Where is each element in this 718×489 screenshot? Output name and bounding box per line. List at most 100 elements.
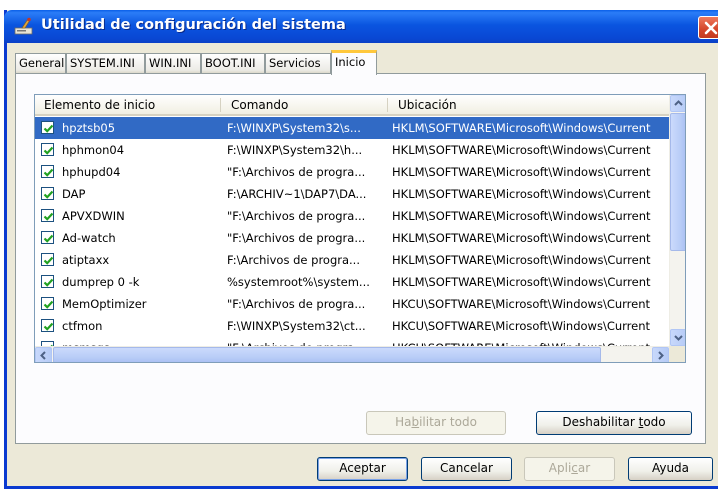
location-cell: HKLM\SOFTWARE\Microsoft\Windows\Current (392, 165, 651, 179)
tab-system-ini[interactable]: SYSTEM.INI (66, 53, 145, 74)
close-icon (704, 21, 718, 35)
button-label: Ha (395, 415, 412, 429)
tab-win-ini[interactable]: WIN.INI (145, 53, 201, 74)
location-cell: HKLM\SOFTWARE\Microsoft\Windows\Current (392, 121, 651, 135)
column-divider[interactable] (387, 98, 388, 112)
list-row[interactable]: ctfmon F:\WINXP\System32\ct... HKCU\SOFTWA… (35, 315, 669, 337)
tab-inicio[interactable]: Inicio (331, 50, 377, 75)
list-row[interactable]: hphupd04 "F:\Archivos de progra... HKLM\SO… (35, 161, 669, 183)
access-key: c (571, 461, 578, 475)
list-row[interactable]: DAP F:\ARCHIV~1\DAP7\DA... HKLM\SOFTWARE\M… (35, 183, 669, 205)
startup-checkbox[interactable] (41, 231, 54, 244)
apply-button[interactable]: Aplicar (524, 457, 615, 481)
startup-checkbox[interactable] (41, 275, 54, 288)
command-cell: F:\ARCHIV~1\DAP7\DA... (227, 187, 367, 201)
startup-checkbox[interactable] (41, 209, 54, 222)
button-label: ilitar todo (419, 415, 477, 429)
checkmark-icon (43, 168, 54, 177)
checkmark-icon (43, 322, 54, 331)
startup-tab-panel: Elemento de inicio Comando Ubicación hpz… (15, 73, 706, 444)
checkmark-icon (43, 234, 54, 243)
list-row[interactable]: dumprep 0 -k %systemroot%\system... HKLM\S… (35, 271, 669, 293)
command-cell: "F:\Archivos de progra... (227, 165, 366, 179)
tab-boot-ini[interactable]: BOOT.INI (201, 53, 265, 74)
location-cell: HKLM\SOFTWARE\Microsoft\Windows\Current (392, 143, 651, 157)
vertical-scroll-thumb[interactable] (670, 113, 685, 251)
arrow-left-icon (40, 351, 46, 360)
button-label: ar (577, 461, 591, 475)
button-label: Apli (548, 461, 572, 475)
location-cell: HKCU\SOFTWARE\Microsoft\Windows\Current (392, 319, 651, 333)
close-button[interactable] (698, 16, 718, 39)
column-header-command[interactable]: Comando (222, 95, 387, 114)
scroll-right-button[interactable] (652, 347, 669, 362)
startup-item-name: Ad-watch (62, 231, 116, 245)
column-divider[interactable] (220, 98, 221, 112)
scroll-left-button[interactable] (35, 347, 52, 362)
checkmark-icon (43, 124, 54, 133)
location-cell: HKLM\SOFTWARE\Microsoft\Windows\Current (392, 209, 651, 223)
startup-checkbox[interactable] (41, 143, 54, 156)
command-cell: "F:\Archivos de progra... (227, 209, 366, 223)
enable-all-button[interactable]: Habilitar todo (366, 411, 506, 435)
title-bar[interactable]: Utilidad de configuración del sistema (4, 10, 718, 43)
window-title: Utilidad de configuración del sistema (41, 17, 346, 33)
command-cell: "F:\Archivos de progra... (227, 231, 366, 245)
startup-item-name: dumprep 0 -k (62, 275, 140, 289)
location-cell: HKCU\SOFTWARE\Microsoft\Windows\Current (392, 297, 651, 311)
tab-servicios[interactable]: Servicios (265, 53, 331, 74)
startup-checkbox[interactable] (41, 165, 54, 178)
scroll-up-button[interactable] (670, 95, 685, 112)
horizontal-scrollbar[interactable] (35, 346, 669, 362)
msconfig-icon (14, 17, 34, 35)
location-cell: HKLM\SOFTWARE\Microsoft\Windows\Current (392, 275, 651, 289)
checkmark-icon (43, 212, 54, 221)
tab-strip: General SYSTEM.INI WIN.INI BOOT.INI Serv… (15, 50, 705, 75)
command-cell: F:\WINXP\System32\h... (227, 143, 363, 157)
startup-checkbox[interactable] (41, 121, 54, 134)
list-row[interactable]: hphmon04 F:\WINXP\System32\h... HKLM\SOFTW… (35, 139, 669, 161)
button-label: odo (643, 415, 666, 429)
location-cell: HKLM\SOFTWARE\Microsoft\Windows\Current (392, 231, 651, 245)
startup-item-name: hpztsb05 (62, 121, 116, 135)
access-key: b (411, 415, 420, 429)
startup-list[interactable]: Elemento de inicio Comando Ubicación hpz… (34, 94, 686, 363)
ok-button[interactable]: Aceptar (317, 457, 408, 481)
command-cell: F:\WINXP\System32\ct... (227, 319, 366, 333)
startup-item-name: ctfmon (62, 319, 103, 333)
list-row[interactable]: Ad-watch "F:\Archivos de progra... HKLM\SO… (35, 227, 669, 249)
list-header: Elemento de inicio Comando Ubicación (35, 95, 669, 116)
command-cell: F:\Archivos de progra... (227, 253, 360, 267)
startup-checkbox[interactable] (41, 253, 54, 266)
startup-item-name: atiptaxx (62, 253, 110, 267)
list-row[interactable]: hpztsb05 F:\WINXP\System32\s... HKLM\SOFTW… (35, 117, 669, 139)
arrow-up-icon (674, 100, 683, 106)
list-row[interactable]: MemOptimizer "F:\Archivos de progra... HKC… (35, 293, 669, 315)
location-cell: HKLM\SOFTWARE\Microsoft\Windows\Current (392, 253, 651, 267)
checkmark-icon (43, 256, 54, 265)
column-header-startup-item[interactable]: Elemento de inicio (35, 95, 220, 114)
scrollbar-corner (669, 346, 685, 362)
startup-checkbox[interactable] (41, 187, 54, 200)
checkmark-icon (43, 190, 54, 199)
startup-item-name: MemOptimizer (62, 297, 147, 311)
command-cell: "F:\Archivos de progra... (227, 297, 366, 311)
button-label: Deshabilitar (562, 415, 639, 429)
startup-checkbox[interactable] (41, 297, 54, 310)
help-button[interactable]: Ayuda (628, 457, 713, 481)
startup-item-name: hphupd04 (62, 165, 121, 179)
startup-checkbox[interactable] (41, 319, 54, 332)
scroll-down-button[interactable] (670, 329, 685, 346)
column-header-location[interactable]: Ubicación (389, 95, 669, 114)
tab-general[interactable]: General (15, 53, 66, 74)
checkmark-icon (43, 300, 54, 309)
checkmark-icon (43, 146, 54, 155)
cancel-button[interactable]: Cancelar (421, 457, 512, 481)
list-row[interactable]: atiptaxx F:\Archivos de progra... HKLM\SOF… (35, 249, 669, 271)
command-cell: %systemroot%\system... (227, 275, 370, 289)
arrow-right-icon (658, 351, 664, 360)
list-row[interactable]: APVXDWIN "F:\Archivos de progra... HKLM\SO… (35, 205, 669, 227)
horizontal-scroll-thumb[interactable] (53, 347, 601, 362)
disable-all-button[interactable]: Deshabilitar todo (536, 411, 692, 435)
vertical-scrollbar[interactable] (669, 95, 685, 346)
